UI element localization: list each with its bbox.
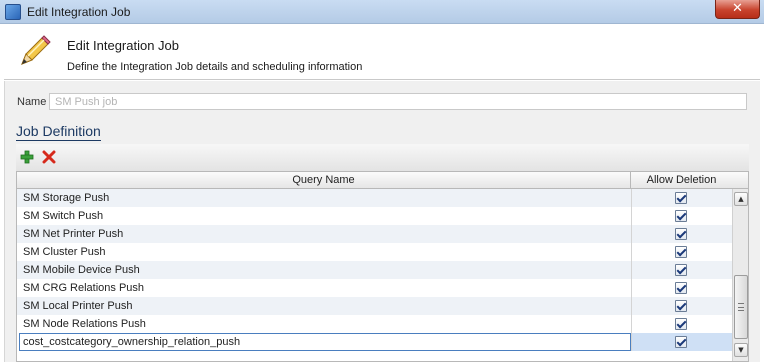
dialog-subtitle: Define the Integration Job details and s…	[67, 61, 363, 73]
table-row[interactable]: SM Cluster Push	[17, 243, 732, 261]
allow-deletion-checkbox[interactable]	[675, 210, 687, 222]
table-row-selected[interactable]: cost_costcategory_ownership_relation_pus…	[17, 333, 732, 351]
window-title: Edit Integration Job	[27, 5, 131, 19]
close-button[interactable]: ✕	[715, 0, 760, 19]
table-body: SM Storage Push SM Switch Push SM Net Pr…	[17, 189, 732, 351]
allow-deletion-checkbox[interactable]	[675, 228, 687, 240]
query-name-cell: SM Storage Push	[23, 192, 110, 204]
name-label: Name	[17, 96, 47, 108]
allow-deletion-checkbox[interactable]	[675, 300, 687, 312]
cell-divider	[631, 243, 632, 261]
table-row[interactable]: SM CRG Relations Push	[17, 279, 732, 297]
cell-divider	[631, 279, 632, 297]
grip-icon	[738, 303, 744, 311]
table-row[interactable]: SM Net Printer Push	[17, 225, 732, 243]
table-row[interactable]: SM Node Relations Push	[17, 315, 732, 333]
query-name-cell: SM Net Printer Push	[23, 228, 124, 240]
allow-deletion-checkbox[interactable]	[675, 282, 687, 294]
cell-divider	[631, 189, 632, 207]
window-app-icon	[5, 4, 21, 20]
cell-divider	[631, 333, 632, 351]
scroll-down-arrow-icon[interactable]: ▼	[734, 343, 748, 357]
table-row[interactable]: SM Storage Push	[17, 189, 732, 207]
column-header-query-name[interactable]: Query Name	[17, 172, 631, 189]
allow-deletion-checkbox[interactable]	[675, 264, 687, 276]
query-name-cell: SM Cluster Push	[23, 246, 106, 258]
name-field[interactable]: SM Push job	[49, 93, 747, 110]
query-table: Query Name Allow Deletion SM Storage Pus…	[16, 171, 749, 362]
table-row[interactable]: SM Mobile Device Push	[17, 261, 732, 279]
column-header-allow-deletion[interactable]: Allow Deletion	[631, 172, 732, 189]
query-name-cell: SM Switch Push	[23, 210, 104, 222]
delete-icon[interactable]	[42, 150, 56, 164]
query-name-cell: SM CRG Relations Push	[23, 282, 145, 294]
add-icon[interactable]	[20, 150, 34, 164]
query-name-cell: SM Local Printer Push	[23, 300, 133, 312]
dialog-header: Edit Integration Job Define the Integrat…	[4, 24, 760, 80]
table-header: Query Name Allow Deletion	[17, 172, 748, 189]
allow-deletion-checkbox[interactable]	[675, 336, 687, 348]
cell-divider	[631, 297, 632, 315]
job-form-panel: Name SM Push job Job Definition Query Na…	[4, 81, 760, 362]
job-definition-title: Job Definition	[16, 123, 101, 141]
cell-divider	[631, 315, 632, 333]
allow-deletion-checkbox[interactable]	[675, 318, 687, 330]
allow-deletion-checkbox[interactable]	[675, 192, 687, 204]
table-row[interactable]: SM Local Printer Push	[17, 297, 732, 315]
pencil-icon	[21, 35, 51, 65]
table-scrollbar[interactable]: ▲ ▼	[732, 189, 748, 361]
cell-divider	[631, 261, 632, 279]
query-name-cell: SM Node Relations Push	[23, 318, 146, 330]
query-name-cell: SM Mobile Device Push	[23, 264, 140, 276]
table-toolbar	[16, 144, 749, 171]
dialog-title: Edit Integration Job	[67, 38, 180, 53]
table-row[interactable]: SM Switch Push	[17, 207, 732, 225]
cell-divider	[631, 225, 632, 243]
scroll-thumb[interactable]	[734, 275, 748, 339]
window-titlebar[interactable]: Edit Integration Job ✕	[0, 0, 764, 24]
scroll-up-arrow-icon[interactable]: ▲	[734, 192, 748, 206]
cell-divider	[631, 207, 632, 225]
allow-deletion-checkbox[interactable]	[675, 246, 687, 258]
query-name-cell: cost_costcategory_ownership_relation_pus…	[23, 336, 241, 348]
